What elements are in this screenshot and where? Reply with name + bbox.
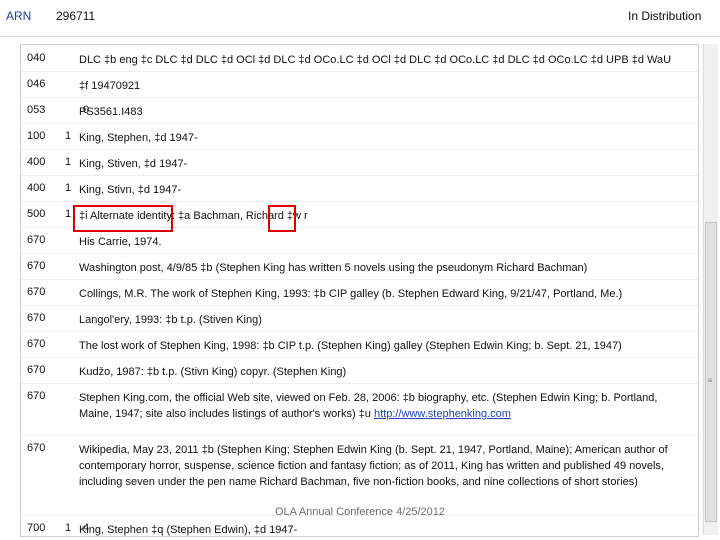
field-row-400[interactable]: 400 1 King, Stivn, ‡d 1947- [21, 175, 698, 202]
field-content: Langol'ery, 1993: ‡b t.p. (Stiven King) [79, 314, 262, 326]
field-row-400[interactable]: 400 1 King, Stiven, ‡d 1947- [21, 149, 698, 176]
field-content: Washington post, 4/9/85 ‡b (Stephen King… [79, 262, 588, 274]
field-content: Kudžo, 1987: ‡b t.p. (Stivn King) copyr.… [79, 366, 347, 378]
field-row-670[interactable]: 670 Collings, M.R. The work of Stephen K… [21, 279, 698, 306]
arn-label: ARN [6, 9, 32, 23]
field-content: Stephen King.com, the official Web site,… [79, 390, 691, 422]
conference-footer: OLA Annual Conference 4/25/2012 [274, 506, 446, 518]
field-tag: 040 [27, 52, 46, 64]
field-row-500[interactable]: 500 1 ‡i Alternate identity: ‡a Bachman,… [21, 201, 698, 228]
field-row-670[interactable]: 670 Washington post, 4/9/85 ‡b (Stephen … [21, 253, 698, 280]
scrollbar-thumb[interactable] [705, 222, 717, 522]
field-tag: 053 [27, 104, 46, 116]
field-content: The lost work of Stephen King, 1998: ‡b … [79, 340, 622, 352]
field-row-670[interactable]: 670 Stephen King.com, the official Web s… [21, 383, 698, 436]
field-content: His Carrie, 1974. [79, 236, 162, 248]
record-header: ARN 296711 In Distribution [0, 0, 720, 37]
field-content: Wikipedia, May 23, 2011 ‡b (Stephen King… [79, 444, 668, 488]
field-tag: 670 [27, 442, 46, 454]
field-row-700[interactable]: 700 1 4 King, Stephen ‡q (Stephen Edwin)… [21, 515, 698, 536]
field-tag: 400 [27, 182, 46, 194]
field-row-053[interactable]: 053 0 PS3561.I483 [21, 97, 698, 124]
field-tag: 700 [27, 522, 46, 534]
field-tag: 670 [27, 364, 46, 376]
field-row-046[interactable]: 046 ‡f 19470921 [21, 71, 698, 98]
field-tag: 670 [27, 390, 46, 402]
field-row-670[interactable]: 670 His Carrie, 1974. [21, 227, 698, 254]
field-text: Stephen King.com, the official Web site,… [79, 392, 658, 420]
field-content: ‡i Alternate identity: ‡a Bachman, Richa… [79, 210, 308, 222]
field-row-040[interactable]: 040 DLC ‡b eng ‡c DLC ‡d DLC ‡d OCl ‡d D… [21, 45, 698, 72]
field-content: PS3561.I483 [79, 106, 143, 118]
field-row-100[interactable]: 100 1 King, Stephen, ‡d 1947- [21, 123, 698, 150]
authority-record[interactable]: 040 DLC ‡b eng ‡c DLC ‡d DLC ‡d OCl ‡d D… [20, 44, 699, 537]
field-content: King, Stivn, ‡d 1947- [79, 184, 182, 196]
field-content: King, Stiven, ‡d 1947- [79, 158, 188, 170]
field-indicator-1: 1 [65, 130, 72, 142]
scrollbar-grip-icon: ≡ [707, 376, 713, 385]
field-indicator-1: 1 [65, 522, 72, 534]
record-status: In Distribution [628, 9, 702, 23]
field-tag: 400 [27, 156, 46, 168]
field-row-670[interactable]: 670 The lost work of Stephen King, 1998:… [21, 331, 698, 358]
field-content: ‡f 19470921 [79, 80, 141, 92]
field-indicator-1: 1 [65, 182, 72, 194]
field-tag: 670 [27, 338, 46, 350]
field-tag: 670 [27, 312, 46, 324]
field-content: Collings, M.R. The work of Stephen King,… [79, 288, 623, 300]
arn-value: 296711 [56, 9, 96, 23]
field-indicator-1: 1 [65, 208, 72, 220]
field-content: DLC ‡b eng ‡c DLC ‡d DLC ‡d OCl ‡d DLC ‡… [79, 54, 672, 66]
field-tag: 670 [27, 286, 46, 298]
field-row-670[interactable]: 670 Kudžo, 1987: ‡b t.p. (Stivn King) co… [21, 357, 698, 384]
field-tag: 500 [27, 208, 46, 220]
field-tag: 670 [27, 234, 46, 246]
field-row-670[interactable]: 670 Langol'ery, 1993: ‡b t.p. (Stiven Ki… [21, 305, 698, 332]
vertical-scrollbar[interactable]: ≡ [703, 44, 718, 535]
field-indicator-1: 1 [65, 156, 72, 168]
website-link[interactable]: http://www.stephenking.com [374, 408, 511, 420]
field-tag: 670 [27, 260, 46, 272]
field-tag: 100 [27, 130, 46, 142]
field-tag: 046 [27, 78, 46, 90]
field-content: King, Stephen, ‡d 1947- [79, 132, 198, 144]
field-row-670[interactable]: 670 Wikipedia, May 23, 2011 ‡b (Stephen … [21, 435, 698, 516]
field-content: King, Stephen ‡q (Stephen Edwin), ‡d 194… [79, 524, 298, 536]
